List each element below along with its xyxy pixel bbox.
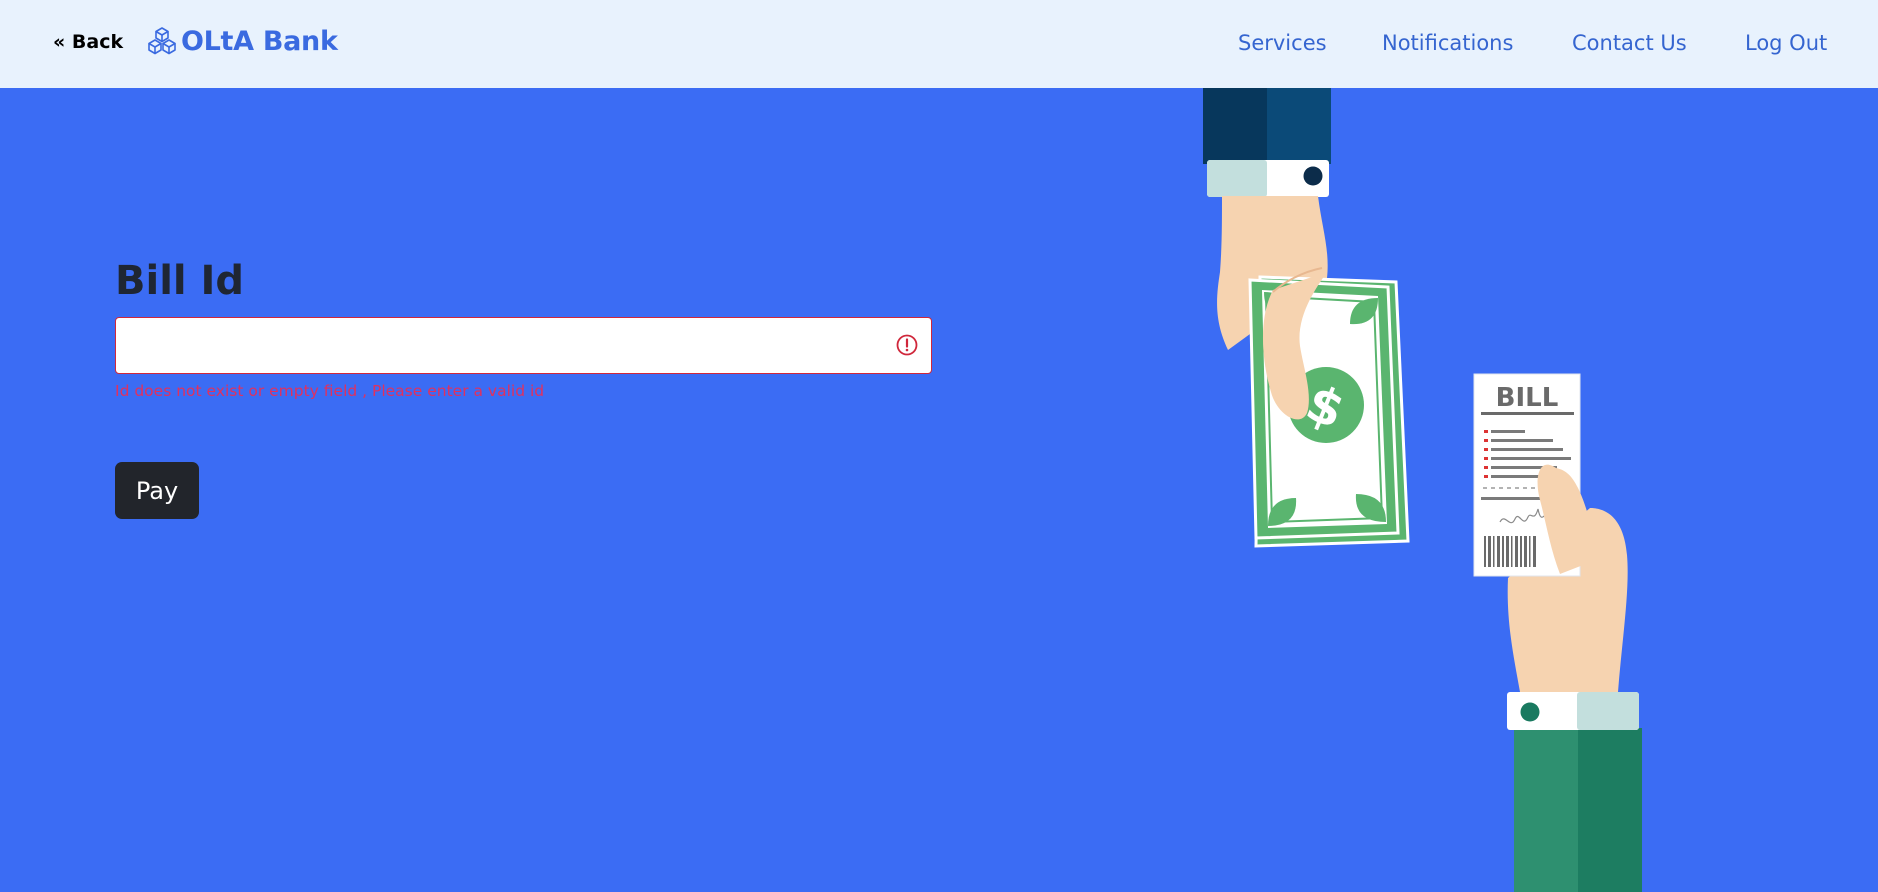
bill-id-field-wrapper (115, 317, 932, 374)
back-link[interactable]: « Back (53, 31, 123, 53)
brand-logo[interactable]: OLtA Bank (146, 25, 338, 57)
nav-notifications[interactable]: Notifications (1382, 31, 1513, 55)
payer-sleeve (1203, 88, 1331, 197)
bill-title: BILL (1496, 383, 1559, 413)
bill-id-error-message: Id does not exist or empty field , Pleas… (115, 382, 545, 400)
bill-id-input[interactable] (115, 317, 932, 374)
cubes-icon (148, 27, 176, 55)
bill-payment-illustration: $ BILL (1203, 88, 1642, 892)
money-stack: $ (1248, 275, 1410, 548)
payer-hand (1217, 196, 1328, 350)
payer-thumb (1262, 272, 1327, 420)
pay-button[interactable]: Pay (115, 462, 199, 519)
nav-contact-us[interactable]: Contact Us (1572, 31, 1687, 55)
nav-services[interactable]: Services (1238, 31, 1327, 55)
payee-hand (1507, 508, 1628, 692)
bill-receipt: BILL (1473, 373, 1581, 577)
bill-id-label: Bill Id (115, 258, 245, 304)
nav-log-out[interactable]: Log Out (1745, 31, 1827, 55)
brand-name: OLtA Bank (181, 25, 338, 57)
dollar-sign: $ (1298, 373, 1352, 440)
payee-thumb (1537, 464, 1596, 574)
payee-sleeve (1507, 692, 1642, 892)
exclamation-circle-icon (896, 334, 918, 356)
top-navbar: « Back OLtA Bank Services Notifications … (0, 0, 1878, 88)
